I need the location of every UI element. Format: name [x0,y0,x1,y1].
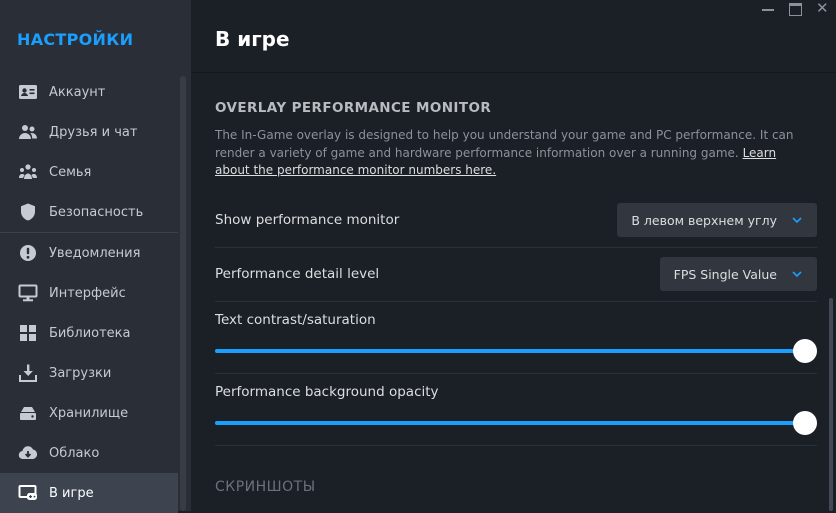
slider-fill [215,349,805,353]
sidebar-item-downloads[interactable]: Загрузки [0,353,178,393]
setting-label: Text contrast/saturation [215,312,376,328]
show-monitor-dropdown[interactable]: В левом верхнем углу [617,203,817,237]
screenshots-section-heading: СКРИНШОТЫ [215,479,316,495]
setting-row-bg-opacity: Performance background opacity [215,373,817,446]
sidebar-item-label: Библиотека [49,325,131,341]
text-contrast-slider[interactable] [215,339,817,363]
alert-icon [18,243,38,263]
sidebar-item-label: Аккаунт [49,84,106,100]
sidebar-item-label: Загрузки [49,365,112,381]
id-card-icon [18,82,38,102]
cloud-icon [18,443,38,463]
storage-icon [18,403,38,423]
sidebar-item-label: Интерфейс [49,285,126,301]
sidebar-item-label: Облако [49,445,100,461]
sidebar-item-family[interactable]: Семья [0,152,178,192]
sidebar-item-storage[interactable]: Хранилище [0,393,178,433]
description-text: The In-Game overlay is designed to help … [215,128,794,160]
sidebar-item-notifications[interactable]: Уведомления [0,233,178,273]
minimize-icon [762,9,774,11]
setting-row-detail-level: Performance detail level FPS Single Valu… [215,247,817,302]
sidebar-scrollbar[interactable] [180,76,186,511]
main-panel: В игре OVERLAY PERFORMANCE MONITOR The I… [191,0,836,511]
setting-label: Show performance monitor [215,212,400,228]
shield-icon [18,202,38,222]
sidebar-title: НАСТРОЙКИ [17,30,134,49]
sidebar-item-friends-chat[interactable]: Друзья и чат [0,112,178,152]
dropdown-value: В левом верхнем углу [631,212,777,228]
header-divider [191,72,836,73]
sidebar-item-label: Семья [49,164,92,180]
in-game-icon [18,483,38,503]
friends-icon [18,122,38,142]
section-description: The In-Game overlay is designed to help … [215,127,795,180]
setting-row-text-contrast: Text contrast/saturation [215,301,817,374]
sidebar-nav: Аккаунт Друзья и чат Семья Безопасность [0,72,178,513]
sidebar-item-label: Уведомления [49,245,141,261]
sidebar-item-security[interactable]: Безопасность [0,192,178,232]
slider-thumb[interactable] [793,411,817,435]
slider-thumb[interactable] [793,339,817,363]
sidebar-item-interface[interactable]: Интерфейс [0,273,178,313]
detail-level-dropdown[interactable]: FPS Single Value [659,257,817,291]
grid-icon [18,323,38,343]
maximize-button[interactable] [784,0,808,18]
sidebar-item-in-game[interactable]: В игре [0,473,178,513]
sidebar-item-account[interactable]: Аккаунт [0,72,178,112]
family-icon [18,162,38,182]
main-scrollbar[interactable] [829,298,833,511]
sidebar-item-cloud[interactable]: Облако [0,433,178,473]
window-controls: ✕ [752,0,836,18]
sidebar-item-label: Хранилище [49,405,129,421]
section-heading: OVERLAY PERFORMANCE MONITOR [215,100,492,116]
sidebar-item-label: В игре [49,485,94,501]
minimize-button[interactable] [756,0,780,18]
page-title: В игре [215,27,290,51]
sidebar: НАСТРОЙКИ Аккаунт Друзья и чат Семья Без… [0,0,191,513]
maximize-icon [789,3,802,16]
sidebar-item-library[interactable]: Библиотека [0,313,178,353]
dropdown-value: FPS Single Value [673,266,777,282]
setting-row-show-monitor: Show performance monitor В левом верхнем… [215,193,817,248]
slider-fill [215,421,805,425]
monitor-icon [18,283,38,303]
sidebar-item-label: Безопасность [49,204,144,220]
chevron-down-icon [792,271,802,278]
bg-opacity-slider[interactable] [215,411,817,435]
chevron-down-icon [792,217,802,224]
close-icon: ✕ [816,0,829,17]
setting-label: Performance background opacity [215,384,439,400]
close-button[interactable]: ✕ [812,0,836,18]
download-icon [18,363,38,383]
setting-label: Performance detail level [215,266,380,282]
sidebar-item-label: Друзья и чат [49,124,138,140]
